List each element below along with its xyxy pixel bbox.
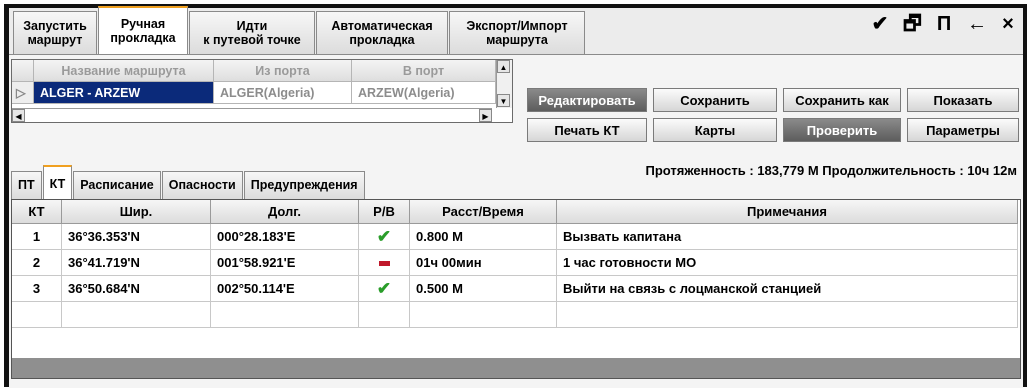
scroll-down-icon[interactable]: ▼ [497, 94, 510, 107]
rv-cell[interactable]: ✔ [359, 276, 410, 302]
tab-manual-plotting[interactable]: Ручная прокладка [98, 6, 188, 54]
col-kt[interactable]: КТ [12, 200, 62, 224]
route-window: Запустить маршрут Ручная прокладка Идти … [9, 6, 1023, 388]
note-cell[interactable]: 1 час готовности МО [557, 250, 1018, 276]
check-icon: ✔ [376, 279, 392, 298]
tab-export-import[interactable]: Экспорт/Импорт маршрута [449, 11, 585, 54]
restore-icon[interactable]: 🗗 [903, 14, 922, 34]
col-lat[interactable]: Шир. [62, 200, 211, 224]
col-rv[interactable]: Р/В [359, 200, 410, 224]
table-row[interactable]: 3 36°50.684'N 002°50.114'E ✔ 0.500 М Вый… [12, 276, 1020, 302]
check-icon: ✔ [376, 227, 392, 246]
route-name-cell[interactable]: ALGER - ARZEW [34, 82, 214, 104]
lat-cell[interactable]: 36°50.684'N [62, 276, 211, 302]
note-cell[interactable] [557, 302, 1018, 328]
dist-cell[interactable]: 01ч 00мин [410, 250, 557, 276]
lon-cell[interactable]: 001°58.921'E [211, 250, 359, 276]
rv-cell[interactable] [359, 302, 410, 328]
save-as-button[interactable]: Сохранить как [783, 88, 901, 112]
tab-kt[interactable]: КТ [42, 165, 73, 199]
save-button[interactable]: Сохранить [653, 88, 777, 112]
top-tab-strip: Запустить маршрут Ручная прокладка Идти … [13, 6, 586, 54]
scroll-left-icon[interactable]: ◀ [12, 109, 25, 122]
rv-cell[interactable]: ✔ [359, 224, 410, 250]
route-stats: Протяженность : 183,779 М Продолжительно… [645, 163, 1017, 178]
dash-icon [378, 261, 390, 267]
scroll-up-icon[interactable]: ▲ [497, 60, 510, 73]
bottom-tab-strip: ПТ КТ Расписание Опасности Предупреждени… [11, 165, 366, 199]
table-row[interactable]: 1 36°36.353'N 000°28.183'E ✔ 0.800 М Выз… [12, 224, 1020, 250]
maps-button[interactable]: Карты [653, 118, 777, 142]
row-indicator-header [12, 60, 34, 82]
lon-cell[interactable]: 002°50.114'E [211, 276, 359, 302]
tab-go-to-waypoint[interactable]: Идти к путевой точке [189, 11, 315, 54]
kt-cell[interactable]: 3 [12, 276, 62, 302]
col-route-name[interactable]: Название маршрута [34, 60, 214, 82]
tab-schedule[interactable]: Расписание [73, 171, 161, 199]
lon-cell[interactable] [211, 302, 359, 328]
waypoint-table-header: КТ Шир. Долг. Р/В Расст/Время Примечания [12, 200, 1020, 224]
back-icon[interactable]: ← [967, 14, 987, 34]
lat-cell[interactable]: 36°41.719'N [62, 250, 211, 276]
col-to-port[interactable]: В порт [352, 60, 496, 82]
route-grid: Название маршрута Из порта В порт ▷ ALGE… [11, 59, 513, 123]
col-dist-time[interactable]: Расст/Время [410, 200, 557, 224]
tab-run-route[interactable]: Запустить маршрут [13, 11, 97, 54]
dist-cell[interactable] [410, 302, 557, 328]
route-grid-hscroll[interactable]: ◀ ▶ [12, 108, 492, 122]
lat-cell[interactable] [62, 302, 211, 328]
route-grid-vscroll[interactable]: ▲ ▼ [496, 60, 512, 108]
pin-icon[interactable]: ✔ [871, 14, 889, 34]
to-port-cell[interactable]: ARZEW(Algeria) [352, 82, 496, 104]
col-lon[interactable]: Долг. [211, 200, 359, 224]
kt-cell[interactable]: 2 [12, 250, 62, 276]
kt-cell[interactable]: 1 [12, 224, 62, 250]
params-button[interactable]: Параметры [907, 118, 1019, 142]
col-from-port[interactable]: Из порта [214, 60, 352, 82]
window-controls: ✔ 🗗 П ← × [871, 14, 1017, 34]
table-footer-bar [12, 358, 1020, 378]
tab-auto-plotting[interactable]: Автоматическая прокладка [316, 11, 448, 54]
print-waypoints-button[interactable]: Печать КТ [527, 118, 647, 142]
lat-cell[interactable]: 36°36.353'N [62, 224, 211, 250]
row-indicator-icon: ▷ [12, 82, 34, 104]
tab-warnings[interactable]: Предупреждения [243, 171, 365, 199]
table-row-empty[interactable] [12, 302, 1020, 328]
kt-cell[interactable] [12, 302, 62, 328]
table-row[interactable]: 2 36°41.719'N 001°58.921'E 01ч 00мин 1 ч… [12, 250, 1020, 276]
tab-pt[interactable]: ПТ [11, 171, 42, 199]
dist-cell[interactable]: 0.500 М [410, 276, 557, 302]
dock-icon[interactable]: П [935, 14, 953, 34]
col-notes[interactable]: Примечания [557, 200, 1018, 224]
check-button[interactable]: Проверить [783, 118, 901, 142]
route-grid-row[interactable]: ▷ ALGER - ARZEW ALGER(Algeria) ARZEW(Alg… [12, 82, 496, 104]
note-cell[interactable]: Вызвать капитана [557, 224, 1018, 250]
scroll-right-icon[interactable]: ▶ [479, 109, 492, 122]
note-cell[interactable]: Выйти на связь с лоцманской станцией [557, 276, 1018, 302]
tab-dangers[interactable]: Опасности [161, 171, 243, 199]
from-port-cell[interactable]: ALGER(Algeria) [214, 82, 352, 104]
show-button[interactable]: Показать [907, 88, 1019, 112]
manual-plotting-panel: Название маршрута Из порта В порт ▷ ALGE… [9, 54, 1023, 388]
dist-cell[interactable]: 0.800 М [410, 224, 557, 250]
lon-cell[interactable]: 000°28.183'E [211, 224, 359, 250]
waypoint-table: КТ Шир. Долг. Р/В Расст/Время Примечания… [11, 199, 1021, 379]
route-grid-header: Название маршрута Из порта В порт [12, 60, 496, 82]
close-icon[interactable]: × [999, 14, 1017, 34]
rv-cell[interactable] [359, 250, 410, 276]
edit-button[interactable]: Редактировать [527, 88, 647, 112]
